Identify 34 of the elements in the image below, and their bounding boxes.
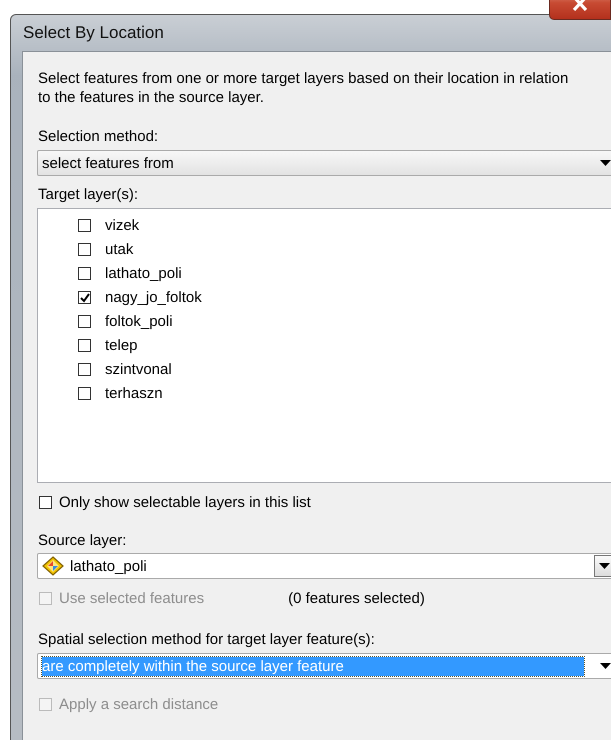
checkbox-label: Apply a search distance <box>59 696 218 712</box>
checkbox-label: foltok_poli <box>105 312 173 330</box>
polygon-layer-icon <box>42 556 64 576</box>
checkbox-label: telep <box>105 336 138 354</box>
checkbox-label: terhaszn <box>105 384 163 402</box>
checkbox[interactable] <box>78 266 91 280</box>
checkbox[interactable] <box>78 242 91 256</box>
checkbox-label: utak <box>105 240 134 258</box>
checkbox[interactable] <box>78 386 91 400</box>
field-label: Target layer(s): <box>38 184 140 204</box>
dropdown-value: are completely within the source layer feature <box>42 656 584 676</box>
checkbox-label: lathato_poli <box>105 264 182 282</box>
checkbox-label: nagy_jo_foltok <box>105 288 202 306</box>
window-title: Select By Location <box>23 23 164 43</box>
checkbox-label: Use selected features <box>59 590 204 606</box>
checkbox[interactable] <box>39 496 52 508</box>
checkbox-label: vizek <box>105 216 140 234</box>
dropdown[interactable]: select features from <box>37 150 611 176</box>
dropdown[interactable]: lathato_poli <box>37 553 611 579</box>
checkbox-label: Only show selectable layers in this list <box>59 494 311 510</box>
field-label: Source layer: <box>38 530 128 550</box>
checkbox-label: szintvonal <box>105 360 172 378</box>
checkbox[interactable] <box>78 218 91 232</box>
checkbox[interactable] <box>78 362 91 376</box>
description-text: Select features from one or more target layers based on their location in relation to the features in the source layer. <box>38 69 570 107</box>
checkbox[interactable] <box>78 290 91 304</box>
checkbox[interactable] <box>78 314 91 328</box>
field-label: Selection method: <box>38 126 160 146</box>
checkbox[interactable] <box>78 338 91 352</box>
selection-count: (0 features selected) <box>288 590 425 606</box>
field-label: Spatial selection method for target layer feature(s): <box>38 630 376 650</box>
dropdown-value: lathato_poli <box>70 558 148 574</box>
close-icon <box>572 0 588 10</box>
dropdown-value: select features from <box>42 154 175 172</box>
